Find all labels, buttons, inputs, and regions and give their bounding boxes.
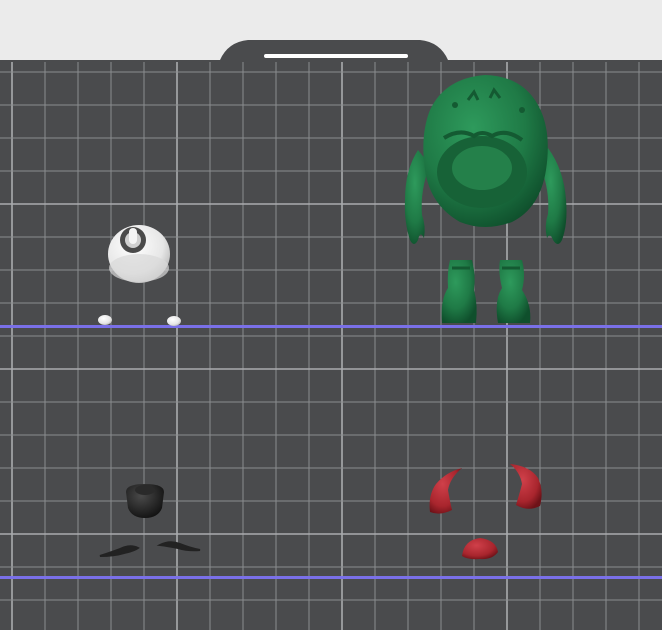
monster-mouth-inner [452, 146, 512, 190]
build-plate-canvas[interactable] [0, 0, 662, 630]
black-nub-model[interactable] [126, 484, 164, 518]
eye-base [109, 254, 169, 282]
plate-handle-highlight [264, 54, 408, 58]
build-plate[interactable] [0, 40, 662, 630]
plate-boundary-line-upper [0, 325, 662, 328]
plate-boundary-line-lower [0, 576, 662, 579]
eye-pupil-pin [129, 228, 137, 244]
black-nub-top [135, 485, 155, 495]
3d-build-plate-viewport[interactable] [0, 0, 662, 630]
eye-pin-right[interactable] [167, 316, 181, 326]
monster-spot-2 [519, 107, 525, 113]
eye-pin-left[interactable] [98, 315, 112, 325]
monster-spot-1 [452, 102, 458, 108]
eye-model[interactable] [108, 225, 170, 283]
